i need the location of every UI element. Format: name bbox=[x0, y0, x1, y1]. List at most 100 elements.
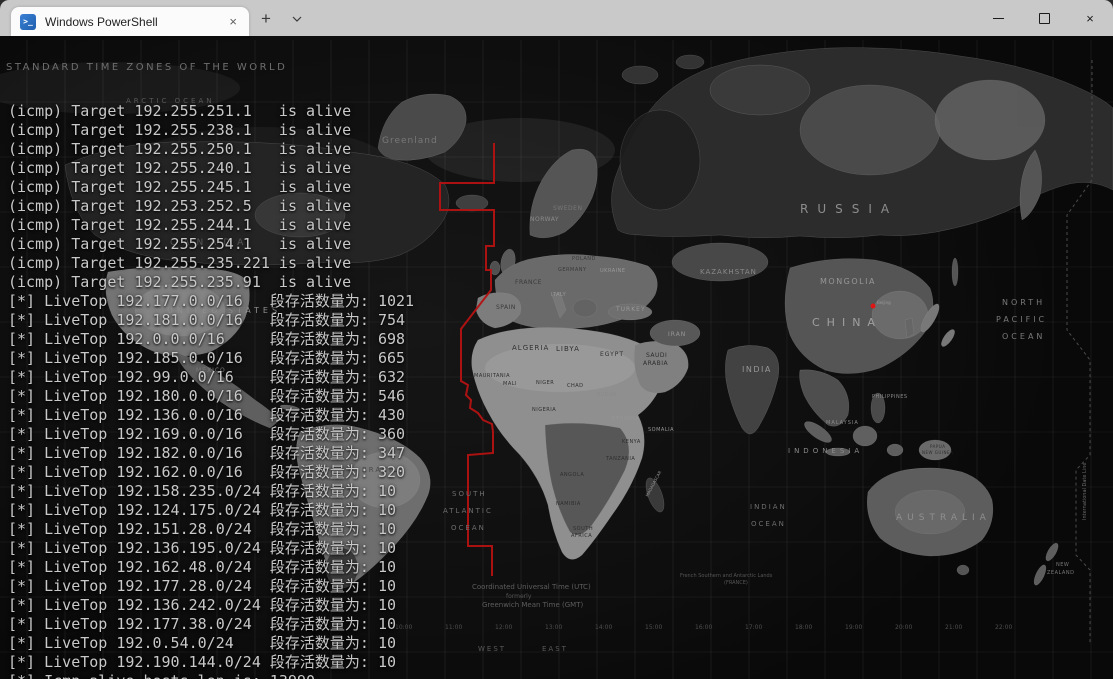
map-label: French Southern and Antarctic Lands bbox=[680, 573, 773, 579]
map-label: OCEAN bbox=[1002, 332, 1045, 341]
terminal-line: (icmp) Target 192.255.240.1 is alive bbox=[8, 159, 523, 178]
map-label: CHAD bbox=[567, 383, 584, 389]
map-label: AUSTRALIA bbox=[896, 513, 991, 523]
map-label: 18:00 bbox=[795, 624, 812, 631]
map-label: RUSSIA bbox=[800, 202, 898, 216]
terminal-line: (icmp) Target 192.255.235.221 is alive bbox=[8, 254, 523, 273]
map-label: NORWAY bbox=[530, 216, 559, 223]
map-label: TANZANIA bbox=[605, 456, 635, 462]
map-label: 21:00 bbox=[945, 624, 962, 631]
terminal-line: [*] LiveTop 192.124.175.0/24 段存活数量为: 10 bbox=[8, 501, 523, 520]
map-label: SOUTH bbox=[573, 526, 593, 532]
map-label: MALAYSIA bbox=[826, 420, 859, 426]
map-label: CHINA bbox=[812, 316, 882, 329]
terminal-line: [*] LiveTop 192.99.0.0/16 段存活数量为: 632 bbox=[8, 368, 523, 387]
map-label: LIBYA bbox=[556, 345, 580, 353]
terminal-line: [*] LiveTop 192.177.38.0/24 段存活数量为: 10 bbox=[8, 615, 523, 634]
terminal-line: [*] Icmp alive hosts len is: 13990 bbox=[8, 672, 523, 679]
tab-title: Windows PowerShell bbox=[45, 15, 226, 29]
map-label: NORTH bbox=[1002, 298, 1045, 307]
terminal-line: (icmp) Target 192.255.250.1 is alive bbox=[8, 140, 523, 159]
map-label: ITALY bbox=[551, 292, 567, 298]
map-label: NAMIBIA bbox=[556, 501, 581, 507]
map-label: SWEDEN bbox=[553, 205, 582, 212]
map-label: INDIAN bbox=[750, 503, 787, 511]
map-label: ANGOLA bbox=[560, 472, 584, 478]
map-label: NEW GUINEA bbox=[922, 450, 953, 455]
map-label: 13:00 bbox=[545, 624, 562, 631]
terminal-line: [*] LiveTop 192.136.242.0/24 段存活数量为: 10 bbox=[8, 596, 523, 615]
map-label: INDIA bbox=[742, 365, 772, 374]
map-label: GERMANY bbox=[558, 267, 587, 273]
terminal-line: [*] LiveTop 192.0.0.0/16 段存活数量为: 698 bbox=[8, 330, 523, 349]
terminal-line: [*] LiveTop 192.136.195.0/24 段存活数量为: 10 bbox=[8, 539, 523, 558]
map-label: TURKEY bbox=[615, 306, 646, 313]
tab-dropdown-button[interactable] bbox=[283, 2, 311, 36]
terminal-line: [*] LiveTop 192.162.0.0/16 段存活数量为: 320 bbox=[8, 463, 523, 482]
terminal-line: (icmp) Target 192.255.254.1 is alive bbox=[8, 235, 523, 254]
terminal-line: (icmp) Target 192.255.244.1 is alive bbox=[8, 216, 523, 235]
map-label: KENYA bbox=[622, 439, 641, 445]
maximize-icon bbox=[1039, 13, 1050, 24]
terminal-line: [*] LiveTop 192.180.0.0/16 段存活数量为: 546 bbox=[8, 387, 523, 406]
map-label: International Date Line bbox=[1082, 463, 1088, 520]
map-label: SAUDI bbox=[646, 352, 667, 359]
terminal-line: [*] LiveTop 192.151.28.0/24 段存活数量为: 10 bbox=[8, 520, 523, 539]
minimize-button[interactable] bbox=[975, 0, 1021, 36]
terminal-line: [*] LiveTop 192.158.235.0/24 段存活数量为: 10 bbox=[8, 482, 523, 501]
map-label: 20:00 bbox=[895, 624, 912, 631]
tab-close-icon[interactable]: × bbox=[226, 14, 240, 29]
terminal-output: (icmp) Target 192.255.251.1 is alive(icm… bbox=[8, 45, 523, 679]
beijing-marker-dot bbox=[871, 304, 876, 309]
terminal-line: [*] LiveTop 192.162.48.0/24 段存活数量为: 10 bbox=[8, 558, 523, 577]
map-label: OCEAN bbox=[751, 520, 786, 528]
terminal-line: [*] LiveTop 192.177.28.0/24 段存活数量为: 10 bbox=[8, 577, 523, 596]
new-tab-button[interactable]: + bbox=[249, 2, 283, 36]
terminal-line: (icmp) Target 192.255.238.1 is alive bbox=[8, 121, 523, 140]
minimize-icon bbox=[993, 18, 1004, 19]
map-label: 16:00 bbox=[695, 624, 712, 631]
map-label: UKRAINE bbox=[600, 268, 626, 274]
window-controls: × bbox=[975, 0, 1113, 36]
map-label: EGYPT bbox=[600, 351, 624, 358]
terminal-line: [*] LiveTop 192.169.0.0/16 段存活数量为: 360 bbox=[8, 425, 523, 444]
title-bar: >_ Windows PowerShell × + × bbox=[0, 0, 1113, 36]
terminal-line: [*] LiveTop 192.177.0.0/16 段存活数量为: 1021 bbox=[8, 292, 523, 311]
terminal-line: (icmp) Target 192.255.251.1 is alive bbox=[8, 102, 523, 121]
terminal-line: (icmp) Target 192.253.252.5 is alive bbox=[8, 197, 523, 216]
terminal-window: STANDARD TIME ZONES OF THE WORLDARCTIC O… bbox=[0, 0, 1113, 679]
map-label: 14:00 bbox=[595, 624, 612, 631]
map-label: NIGERIA bbox=[532, 407, 556, 413]
map-label: INDONESIA bbox=[788, 447, 863, 455]
close-button[interactable]: × bbox=[1067, 0, 1113, 36]
map-label: MONGOLIA bbox=[820, 277, 876, 286]
tab-windows-powershell[interactable]: >_ Windows PowerShell × bbox=[11, 7, 249, 36]
terminal-line: [*] LiveTop 192.136.0.0/16 段存活数量为: 430 bbox=[8, 406, 523, 425]
map-label: 19:00 bbox=[845, 624, 862, 631]
map-label: IRAN bbox=[668, 331, 686, 338]
map-label: PHILIPPINES bbox=[872, 394, 908, 400]
maximize-button[interactable] bbox=[1021, 0, 1067, 36]
map-label: Beijing bbox=[877, 300, 891, 305]
map-label: NEW bbox=[1056, 562, 1069, 568]
terminal-line: [*] LiveTop 192.181.0.0/16 段存活数量为: 754 bbox=[8, 311, 523, 330]
terminal-line: [*] LiveTop 192.0.54.0/24 段存活数量为: 10 bbox=[8, 634, 523, 653]
terminal-line: [*] LiveTop 192.190.144.0/24 段存活数量为: 10 bbox=[8, 653, 523, 672]
map-label: KAZAKHSTAN bbox=[700, 268, 757, 276]
chevron-down-icon bbox=[292, 16, 302, 22]
map-label: POLAND bbox=[572, 256, 596, 262]
map-label: ZEALAND bbox=[1047, 570, 1074, 576]
map-label: 15:00 bbox=[645, 624, 662, 631]
terminal-line: (icmp) Target 192.255.245.1 is alive bbox=[8, 178, 523, 197]
map-label: SUDAN bbox=[597, 392, 617, 398]
map-label: 22:00 bbox=[995, 624, 1012, 631]
terminal-line: [*] LiveTop 192.182.0.0/16 段存活数量为: 347 bbox=[8, 444, 523, 463]
map-label: AFRICA bbox=[571, 533, 592, 539]
terminal-line: (icmp) Target 192.255.235.91 is alive bbox=[8, 273, 523, 292]
map-label: SOMALIA bbox=[648, 427, 674, 433]
map-label: ETHIOPIA bbox=[612, 416, 639, 422]
map-label: PACIFIC bbox=[996, 315, 1047, 324]
map-label: NIGER bbox=[536, 380, 554, 386]
terminal-line: [*] LiveTop 192.185.0.0/16 段存活数量为: 665 bbox=[8, 349, 523, 368]
map-label: PAPUA bbox=[930, 444, 945, 449]
